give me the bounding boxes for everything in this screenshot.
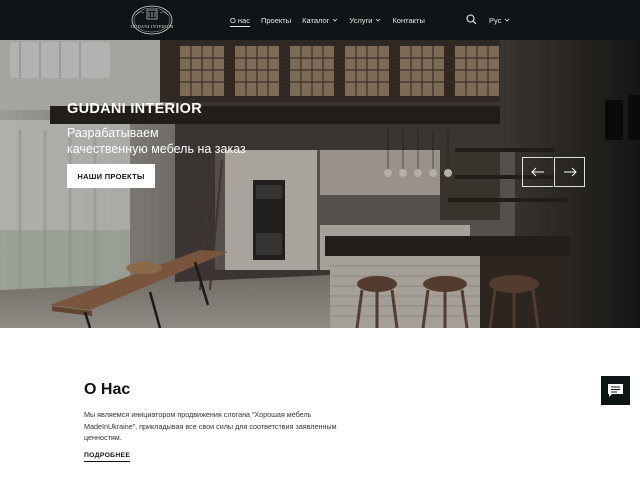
nav-item-about[interactable]: О нас [230,0,250,40]
language-selector[interactable]: Рус [489,0,510,40]
about-text: Мы являемся инициатором продвижения слог… [84,410,337,442]
main-nav: О нас Проекты Каталог Услуги Контакты [230,0,436,40]
language-label: Рус [489,15,502,25]
chat-icon [608,383,623,397]
hero-subtitle: Разрабатываем качественную мебель на зак… [67,126,327,157]
logo-emblem-icon [131,5,173,35]
nav-item-label: Контакты [392,15,425,25]
slider-next-button[interactable] [554,157,585,187]
nav-item-label: Каталог [302,15,330,25]
more-link[interactable]: ПОДРОБНЕЕ [84,452,131,462]
site-logo[interactable]: GUDANI INTERIOR [130,4,174,36]
hero-title: GUDANI INTERIOR [67,101,202,117]
search-icon[interactable] [466,14,477,25]
nav-item-contacts[interactable]: Контакты [392,0,424,40]
logo-text: GUDANI INTERIOR [130,24,174,29]
chevron-down-icon [333,18,338,22]
arrow-left-icon [531,167,544,177]
chevron-down-icon [376,18,381,22]
slider-prev-button[interactable] [522,157,553,187]
arrow-right-icon [563,167,577,177]
our-projects-button[interactable]: НАШИ ПРОЕКТЫ [67,164,155,188]
about-title: О Нас [84,381,131,398]
hero-slider: GUDANI INTERIOR Разрабатываем качественн… [0,40,640,328]
hero-subtitle-line: Разрабатываем [67,126,159,140]
nav-item-label: О нас [230,15,250,25]
chevron-down-icon [505,18,510,22]
nav-item-label: Услуги [349,15,373,25]
nav-item-services[interactable]: Услуги [349,0,381,40]
site-header: GUDANI INTERIOR О нас Проекты Каталог Ус… [0,0,640,40]
hero-subtitle-line: качественную мебель на заказ [67,141,246,156]
nav-item-label: Проекты [260,15,292,25]
nav-item-catalog[interactable]: Каталог [302,0,338,40]
nav-item-projects[interactable]: Проекты [261,0,291,40]
chat-button[interactable] [601,376,630,405]
